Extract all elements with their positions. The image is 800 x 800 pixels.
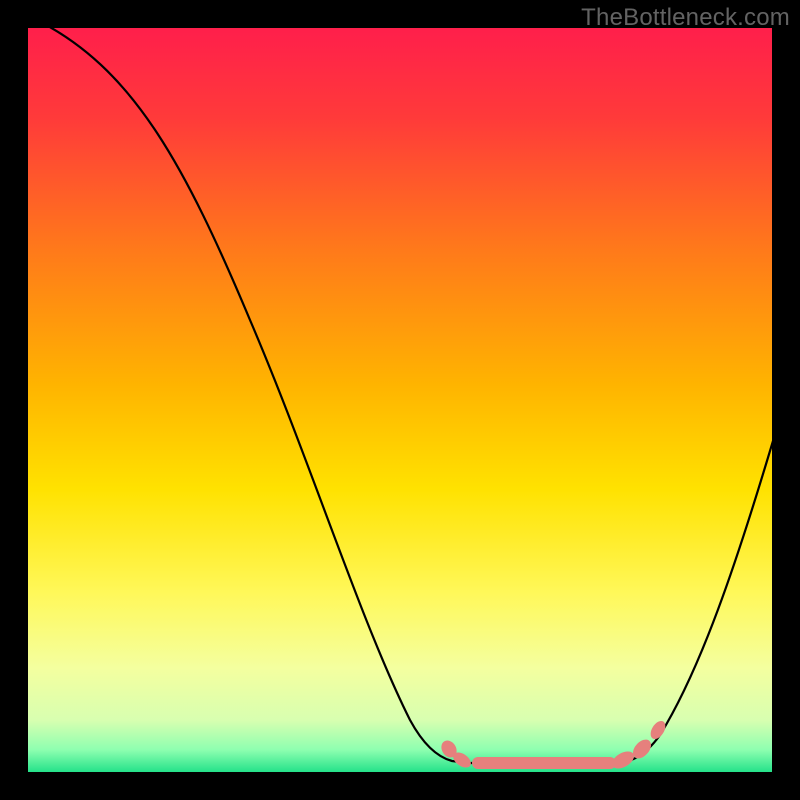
plot-background bbox=[28, 28, 772, 772]
watermark-text: TheBottleneck.com bbox=[581, 4, 790, 32]
bottleneck-chart bbox=[0, 0, 800, 800]
